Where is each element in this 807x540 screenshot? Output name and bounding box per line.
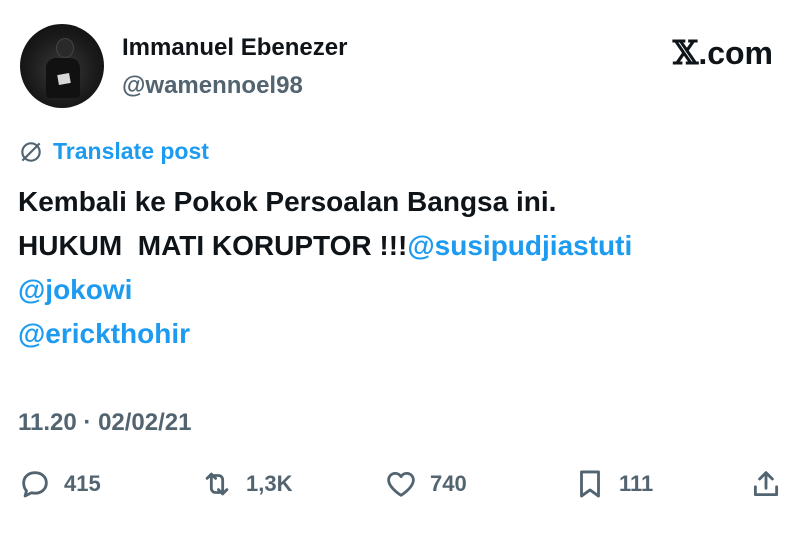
- heart-icon: [387, 471, 415, 497]
- action-bar: 415 1,3K 740 111: [18, 467, 783, 507]
- brand-suffix: .com: [698, 35, 773, 71]
- mention-susipudjiastuti[interactable]: @susipudjiastuti: [407, 230, 632, 261]
- repost-icon: [205, 472, 229, 496]
- reply-count: 415: [64, 471, 101, 496]
- post-timestamp[interactable]: 11.20 · 02/02/21: [18, 409, 191, 437]
- avatar-head: [56, 38, 74, 58]
- x-logo-icon: 𝕏: [672, 33, 699, 72]
- bookmark-button[interactable]: 111: [573, 467, 653, 501]
- repost-button[interactable]: 1,3K: [200, 467, 292, 501]
- globe-slash-icon: [21, 141, 41, 162]
- share-icon: [753, 471, 779, 497]
- translate-post-link[interactable]: Translate post: [18, 138, 209, 165]
- translate-post-label: Translate post: [53, 138, 209, 164]
- post-text: Kembali ke Pokok Persoalan Bangsa ini. H…: [18, 180, 632, 356]
- bookmark-icon: [580, 470, 600, 498]
- like-button[interactable]: 740: [384, 467, 467, 501]
- post-line-1: Kembali ke Pokok Persoalan Bangsa ini.: [18, 186, 557, 217]
- post-line-2: HUKUM MATI KORUPTOR !!!: [18, 230, 408, 261]
- mention-jokowi[interactable]: @jokowi: [18, 274, 132, 305]
- author-name[interactable]: Immanuel Ebenezer: [122, 34, 347, 62]
- like-count: 740: [430, 471, 467, 496]
- avatar-paper: [57, 73, 71, 85]
- bookmark-count: 111: [619, 471, 654, 496]
- mention-erickthohir[interactable]: @erickthohir: [18, 318, 190, 349]
- reply-icon: [22, 471, 48, 498]
- repost-count: 1,3K: [246, 471, 293, 496]
- author-handle[interactable]: @wamennoel98: [122, 72, 303, 100]
- share-button[interactable]: [749, 467, 783, 501]
- avatar[interactable]: [20, 24, 104, 108]
- x-brand-logo: 𝕏.com: [673, 33, 773, 72]
- reply-button[interactable]: 415: [18, 467, 101, 501]
